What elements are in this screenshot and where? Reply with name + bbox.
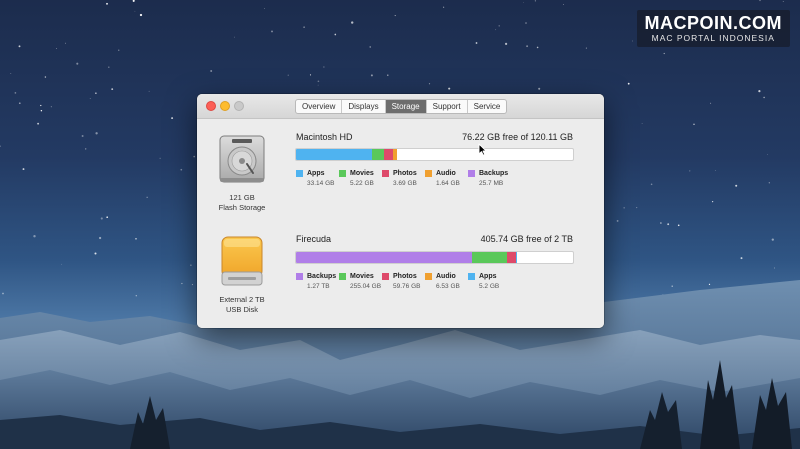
legend-swatch [468, 273, 475, 280]
segmented-tab-control: Overview Displays Storage Support Servic… [295, 99, 508, 114]
storage-legend: Backups 1.27 TB Movies 255.04 GB Photos … [296, 272, 511, 290]
legend-swatch [468, 170, 475, 177]
legend-item: Apps 33.14 GB [296, 169, 339, 187]
legend-item: Photos 3.69 GB [382, 169, 425, 187]
legend-size: 1.64 GB [436, 180, 460, 187]
storage-segment-apps [296, 149, 373, 160]
storage-segment-photos [384, 149, 393, 160]
storage-legend: Apps 33.14 GB Movies 5.22 GB Photos 3.69… [296, 169, 511, 187]
volume-free-space: 405.74 GB free of 2 TB [480, 234, 573, 244]
drive-label-firecuda: External 2 TB USB Disk [202, 295, 282, 315]
legend-size: 1.27 TB [307, 283, 330, 290]
legend-item: Apps 5.2 GB [468, 272, 511, 290]
storage-segment-movies [372, 149, 385, 160]
volume-name: Macintosh HD [296, 132, 353, 142]
legend-item: Audio 1.64 GB [425, 169, 468, 187]
legend-swatch [425, 170, 432, 177]
tab-support[interactable]: Support [427, 100, 468, 113]
legend-category: Backups [307, 273, 337, 280]
drive-type-label: Flash Storage [218, 203, 266, 212]
legend-category: Apps [307, 170, 325, 177]
tab-overview[interactable]: Overview [296, 100, 343, 113]
legend-size: 33.14 GB [307, 180, 335, 187]
legend-category: Photos [393, 273, 417, 280]
storage-pane: 121 GB Flash Storage Macintosh HD 76.22 … [197, 120, 604, 328]
legend-size: 25.7 MB [479, 180, 504, 187]
legend-category: Backups [479, 170, 509, 177]
tab-service[interactable]: Service [468, 100, 507, 113]
macpoin-watermark: MACPOIN.COM MAC PORTAL INDONESIA [636, 10, 790, 47]
storage-segment-photos [507, 252, 516, 263]
legend-swatch [339, 170, 346, 177]
tab-displays[interactable]: Displays [342, 100, 386, 113]
window-titlebar[interactable]: Overview Displays Storage Support Servic… [197, 94, 604, 119]
internal-drive-icon [219, 135, 265, 183]
legend-category: Movies [350, 170, 374, 177]
legend-swatch [296, 273, 303, 280]
volume-name: Firecuda [296, 234, 332, 244]
external-drive-icon [221, 236, 263, 286]
legend-swatch [382, 170, 389, 177]
legend-category: Movies [350, 273, 374, 280]
close-window-button[interactable] [206, 101, 216, 111]
legend-item: Movies 255.04 GB [339, 272, 382, 290]
legend-category: Audio [436, 273, 456, 280]
watermark-subtitle: MAC PORTAL INDONESIA [651, 33, 775, 43]
legend-item: Movies 5.22 GB [339, 169, 382, 187]
legend-size: 3.69 GB [393, 180, 417, 187]
legend-item: Backups 25.7 MB [468, 169, 511, 187]
legend-category: Photos [393, 170, 417, 177]
mouse-pointer-icon [478, 143, 487, 156]
legend-size: 5.22 GB [350, 180, 374, 187]
legend-item: Photos 59.76 GB [382, 272, 425, 290]
legend-swatch [339, 273, 346, 280]
drive-type-label: USB Disk [225, 305, 259, 314]
drive-capacity-label: External 2 TB [219, 295, 265, 304]
legend-item: Backups 1.27 TB [296, 272, 339, 290]
drive-label-macintosh-hd: 121 GB Flash Storage [202, 193, 282, 213]
legend-size: 255.04 GB [350, 283, 382, 290]
drive-capacity-label: 121 GB [229, 193, 255, 202]
legend-size: 5.2 GB [479, 283, 500, 290]
legend-size: 6.53 GB [436, 283, 460, 290]
storage-segment-movies [471, 252, 508, 263]
legend-item: Audio 6.53 GB [425, 272, 468, 290]
legend-category: Apps [479, 273, 497, 280]
storage-usage-bar[interactable] [295, 251, 574, 264]
storage-segment-apps [516, 252, 518, 263]
volume-free-space: 76.22 GB free of 120.11 GB [462, 132, 573, 142]
storage-segment-backups [296, 252, 472, 263]
legend-swatch [382, 273, 389, 280]
legend-size: 59.76 GB [393, 283, 421, 290]
legend-category: Audio [436, 170, 456, 177]
about-this-mac-window: Overview Displays Storage Support Servic… [197, 94, 604, 328]
minimize-window-button[interactable] [220, 101, 230, 111]
storage-usage-bar[interactable] [295, 148, 574, 161]
legend-swatch [425, 273, 432, 280]
zoom-window-button[interactable] [234, 101, 244, 111]
legend-swatch [296, 170, 303, 177]
watermark-title: MACPOIN.COM [644, 13, 782, 33]
tab-storage[interactable]: Storage [385, 100, 427, 113]
